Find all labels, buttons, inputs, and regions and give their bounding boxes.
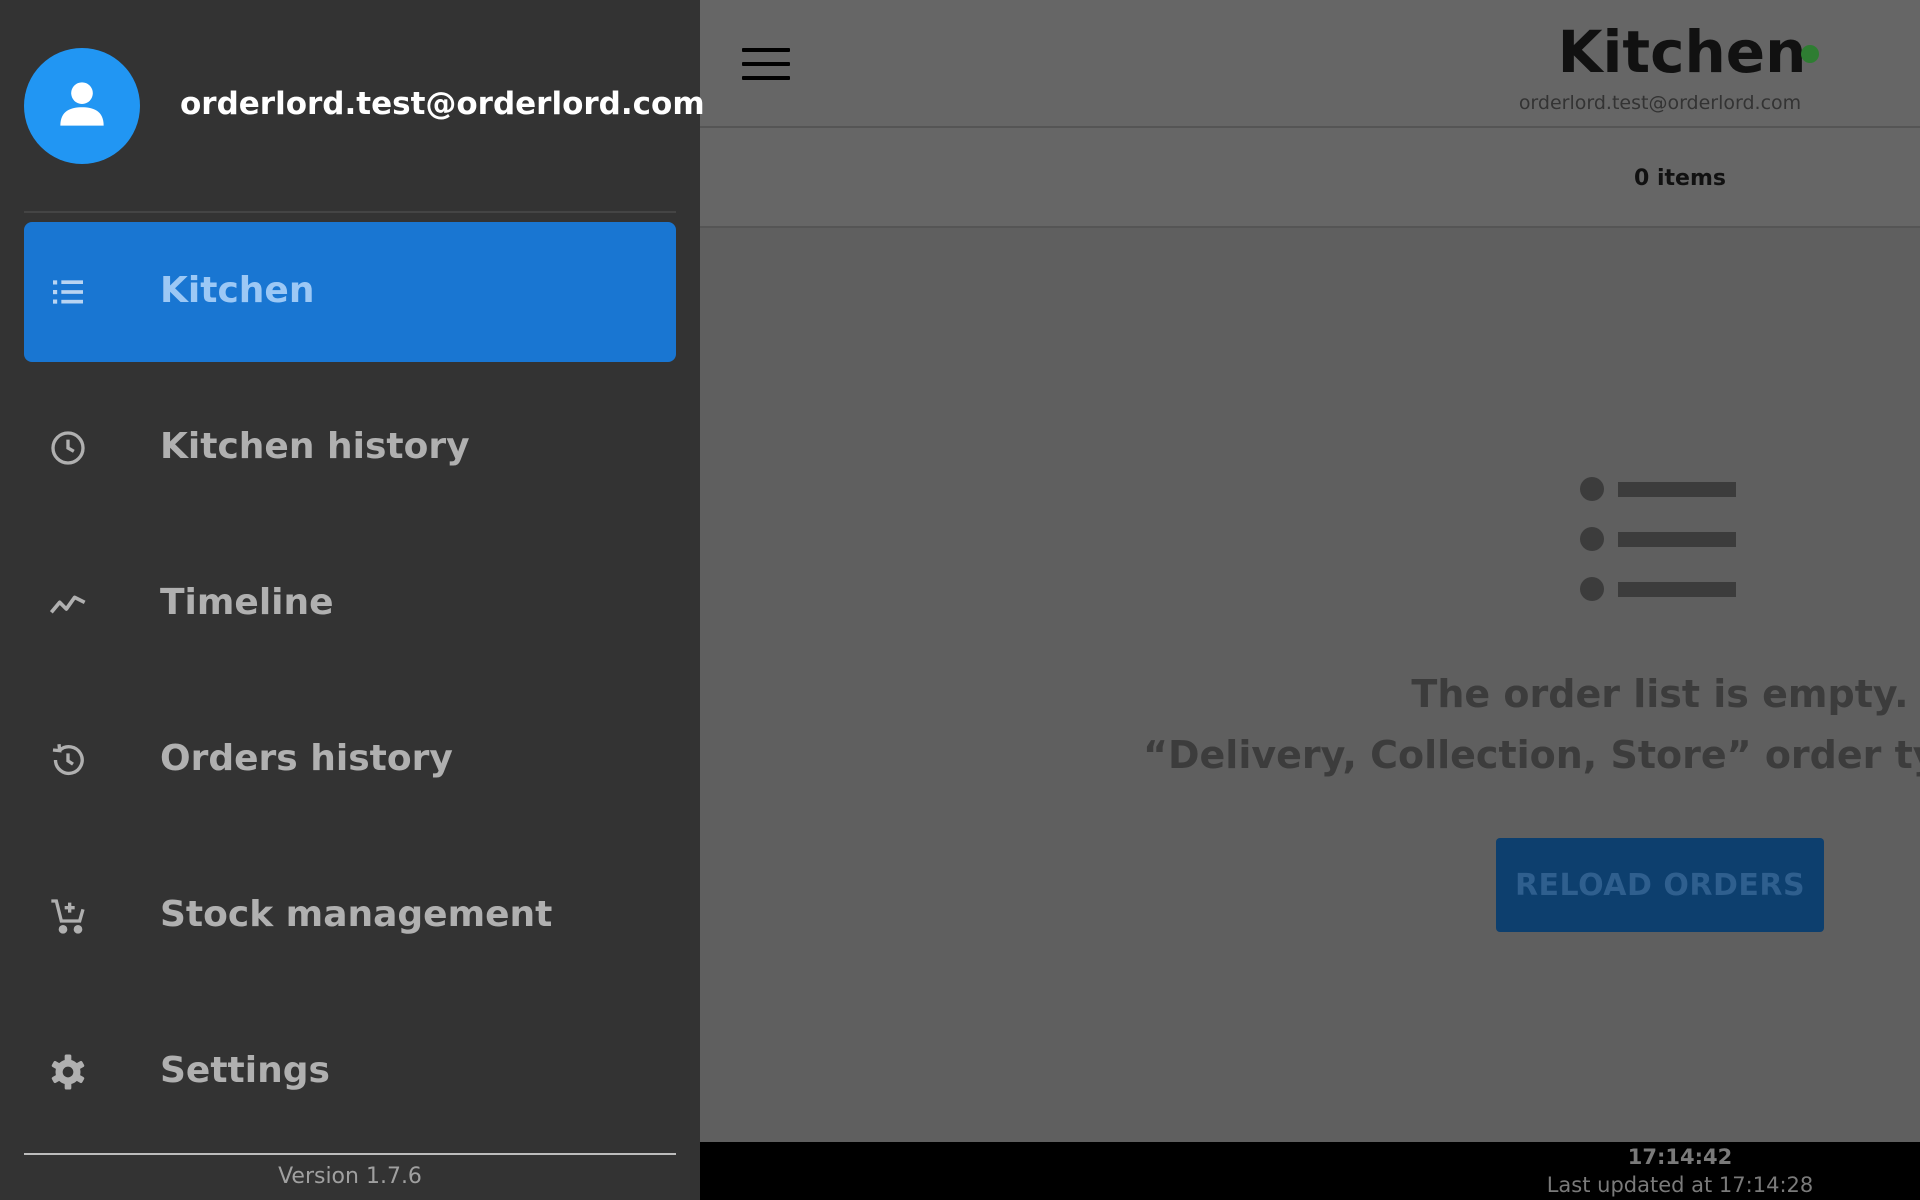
navigation-drawer: orderlord.test@orderlord.com Kitchen Kit… — [0, 0, 705, 1200]
sidebar-item-label: Stock management — [160, 894, 553, 935]
empty-state-subtitle: “Delivery, Collection, Store” order type… — [1143, 733, 1920, 777]
divider — [24, 1153, 676, 1155]
user-email: orderlord.test@orderlord.com — [180, 86, 705, 122]
sidebar-item-label: Orders history — [160, 738, 453, 779]
sidebar-item-timeline[interactable]: Timeline — [24, 534, 676, 674]
last-updated-text: Last updated at 17:14:28 — [1546, 1173, 1814, 1197]
status-footer: 17:14:42 Last updated at 17:14:28 — [700, 1142, 1920, 1200]
divider — [24, 211, 676, 213]
sidebar-item-kitchen[interactable]: Kitchen — [24, 222, 676, 362]
app-version: Version 1.7.6 — [278, 1164, 422, 1189]
list-icon — [53, 280, 83, 304]
reload-orders-button[interactable]: RELOAD ORDERS — [1496, 838, 1824, 932]
sidebar-item-settings[interactable]: Settings — [24, 1002, 676, 1142]
sidebar-item-kitchen-history[interactable]: Kitchen history — [24, 378, 676, 518]
sidebar-item-orders-history[interactable]: Orders history — [24, 690, 676, 830]
clock-icon — [51, 431, 85, 465]
sidebar-item-label: Kitchen — [160, 270, 315, 311]
person-icon — [60, 82, 104, 126]
sidebar-item-stock-management[interactable]: Stock management — [24, 846, 676, 986]
cart-add-icon — [51, 899, 85, 934]
history-icon — [52, 743, 84, 776]
sidebar-item-label: Timeline — [160, 582, 334, 623]
empty-list-icon — [1580, 477, 1736, 601]
gear-icon — [51, 1054, 85, 1090]
avatar[interactable] — [24, 48, 140, 164]
sidebar-item-label: Settings — [160, 1050, 330, 1091]
current-time: 17:14:42 — [1627, 1145, 1733, 1169]
sidebar-item-label: Kitchen history — [160, 426, 470, 467]
timeline-icon — [49, 595, 86, 614]
empty-state-title: The order list is empty. — [1411, 672, 1909, 716]
